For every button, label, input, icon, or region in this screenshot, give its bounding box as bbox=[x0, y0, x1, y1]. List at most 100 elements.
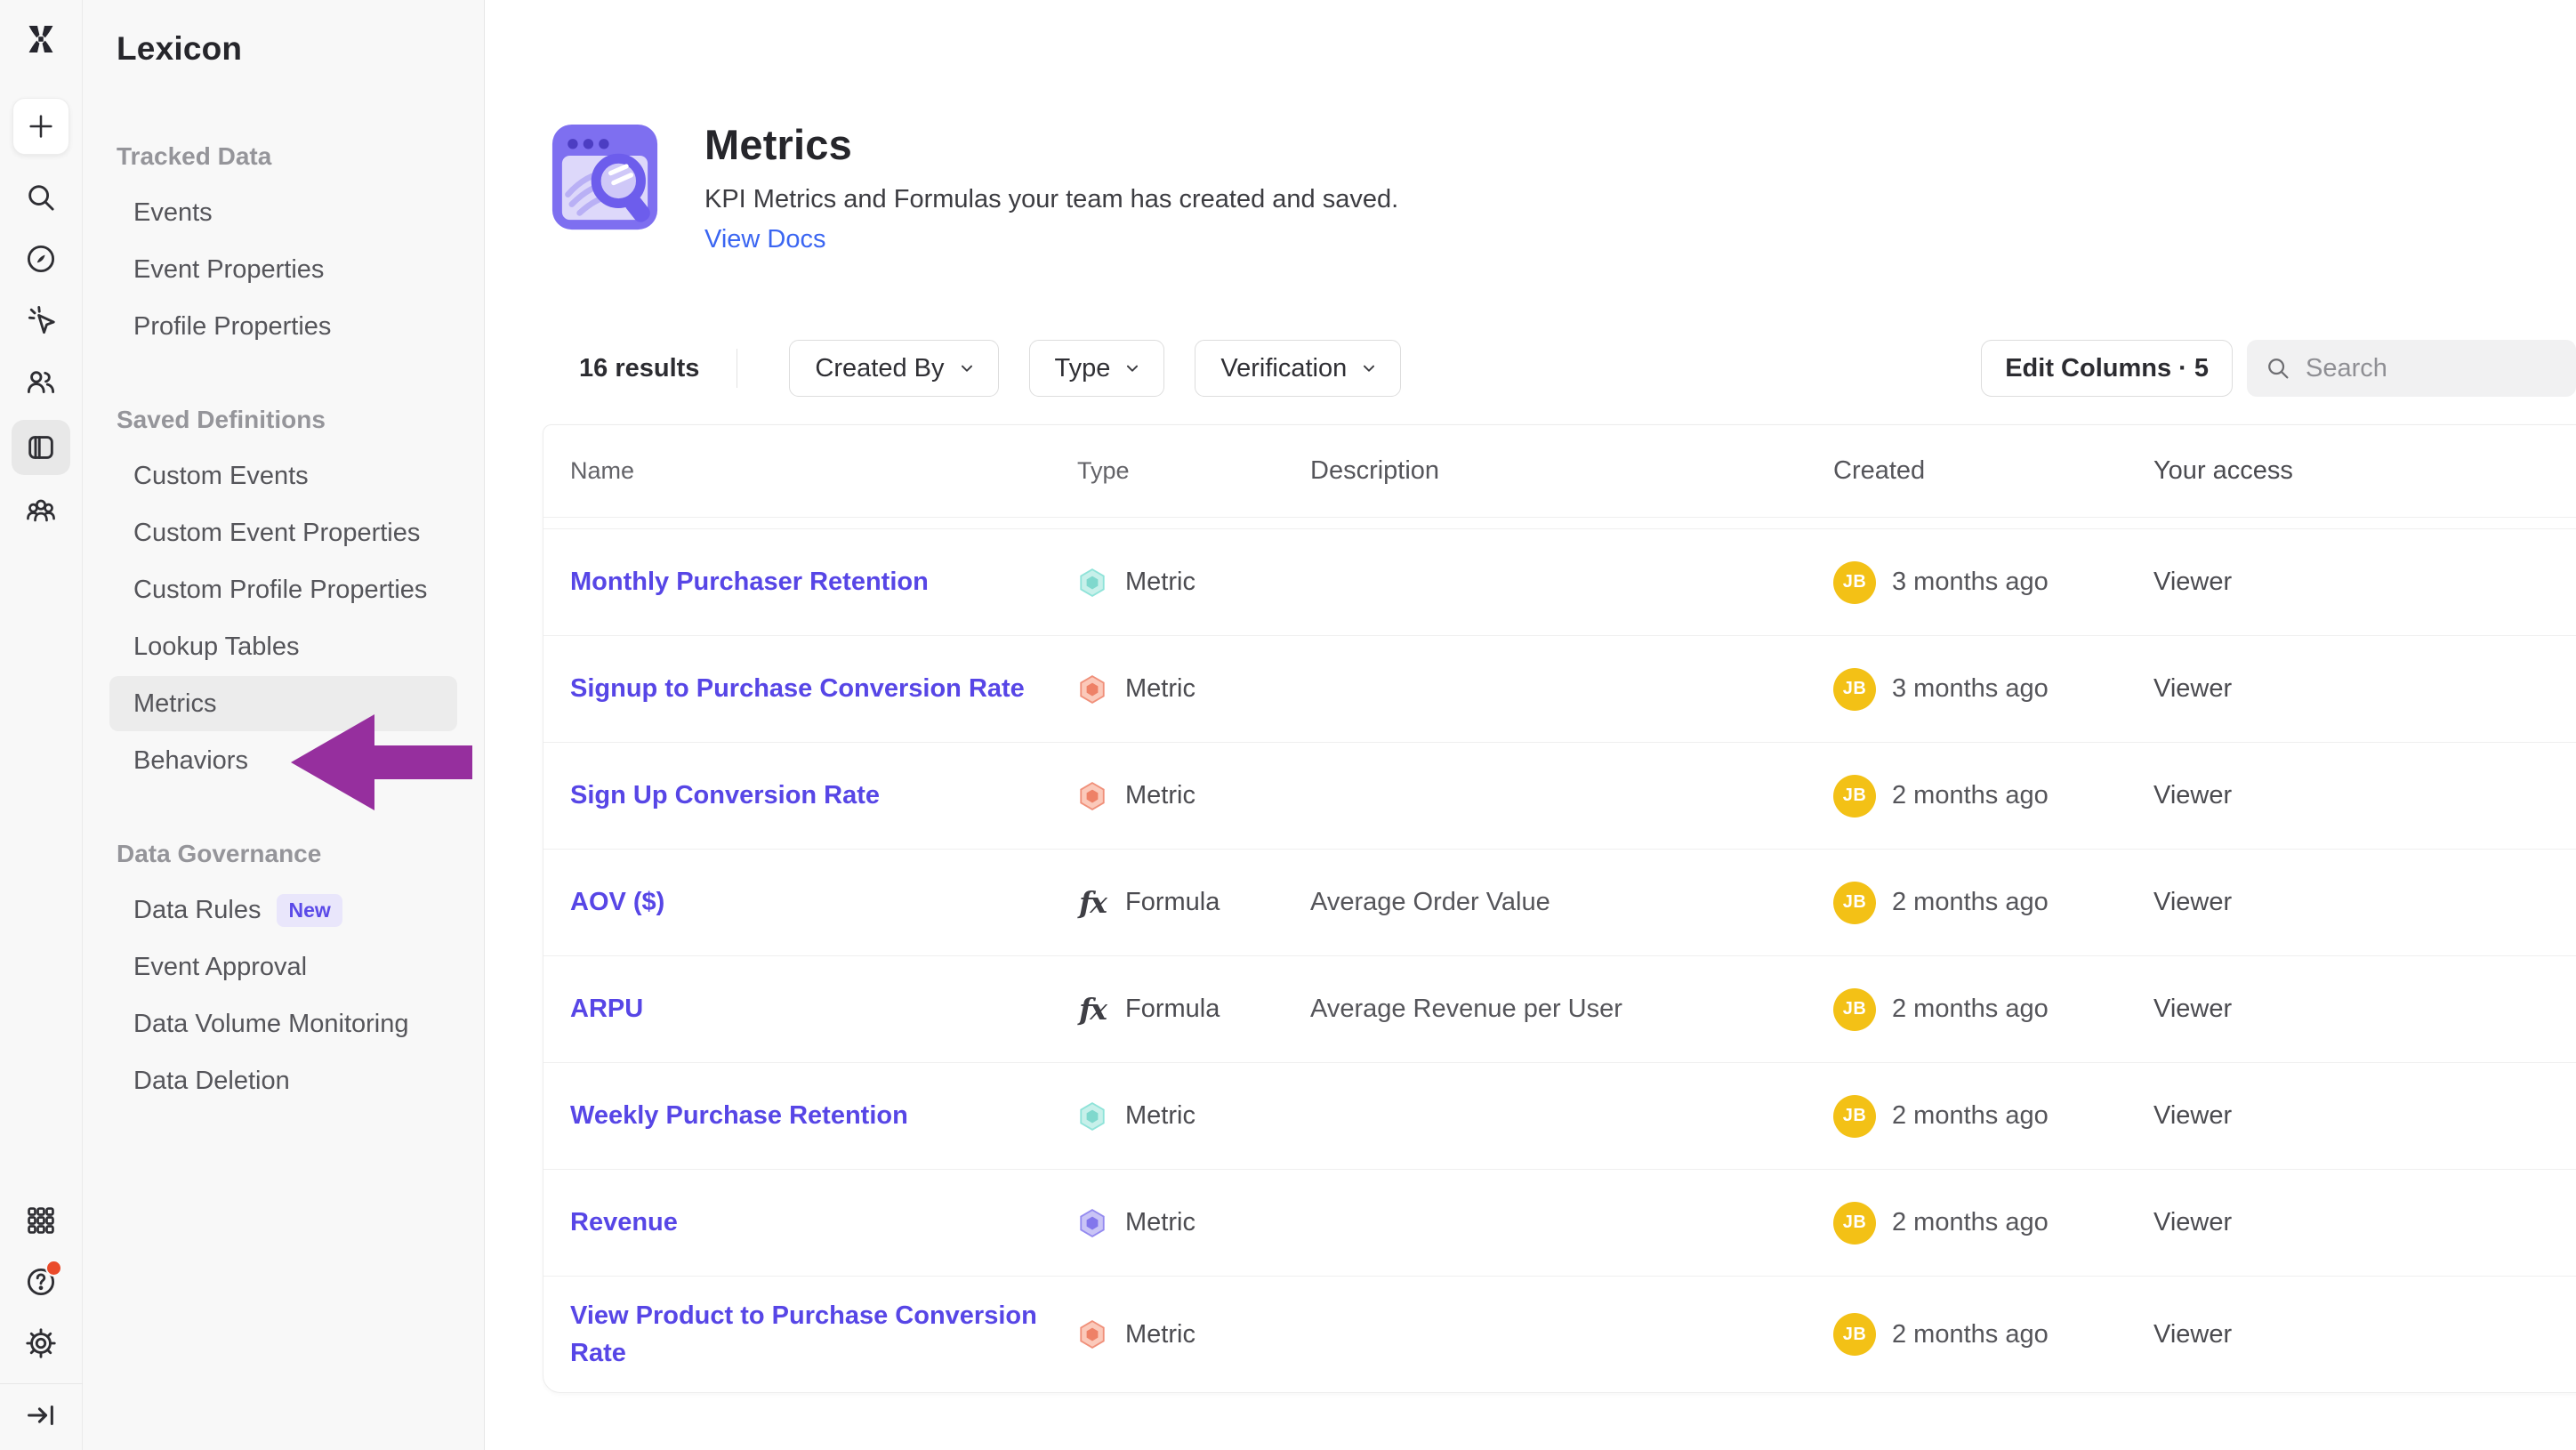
filter-label: Verification bbox=[1220, 354, 1347, 383]
metric-name-link[interactable]: ARPU bbox=[570, 990, 643, 1027]
sign-in-arrow-icon[interactable] bbox=[22, 1397, 60, 1434]
filter-label: Created By bbox=[815, 354, 944, 383]
column-header-created: Created bbox=[1833, 456, 2153, 486]
sidebar-item-custom-profile-properties[interactable]: Custom Profile Properties bbox=[109, 562, 457, 617]
sidebar-item-custom-event-properties[interactable]: Custom Event Properties bbox=[109, 505, 457, 560]
cell-name: Sign Up Conversion Rate bbox=[570, 777, 1077, 814]
gear-icon[interactable] bbox=[22, 1325, 60, 1362]
column-header-description: Description bbox=[1310, 456, 1833, 486]
lexicon-sidebar: Lexicon Tracked DataEventsEvent Properti… bbox=[83, 0, 485, 1450]
metric-name-link[interactable]: Monthly Purchaser Retention bbox=[570, 563, 929, 600]
metric-name-link[interactable]: Sign Up Conversion Rate bbox=[570, 777, 880, 814]
lexicon-book-icon[interactable] bbox=[12, 420, 70, 475]
sidebar-item-profile-properties[interactable]: Profile Properties bbox=[109, 299, 457, 354]
table-row[interactable]: ARPUfxFormulaAverage Revenue per UserJB2… bbox=[543, 956, 2576, 1063]
cell-access: Viewer bbox=[2153, 995, 2576, 1024]
view-docs-link[interactable]: View Docs bbox=[704, 225, 825, 254]
sidebar-item-label: Lookup Tables bbox=[133, 632, 300, 662]
sidebar-item-data-volume-monitoring[interactable]: Data Volume Monitoring bbox=[109, 996, 457, 1051]
page-header: Metrics KPI Metrics and Formulas your te… bbox=[543, 115, 2576, 254]
help-icon[interactable] bbox=[22, 1263, 60, 1301]
chevron-down-icon bbox=[1123, 358, 1142, 378]
sidebar-item-label: Data Deletion bbox=[133, 1067, 290, 1096]
type-label: Metric bbox=[1125, 1320, 1195, 1349]
filter-button-verification[interactable]: Verification bbox=[1195, 340, 1401, 397]
search-input[interactable] bbox=[2306, 354, 2528, 383]
cell-type: Metric bbox=[1077, 781, 1310, 811]
sidebar-item-lookup-tables[interactable]: Lookup Tables bbox=[109, 619, 457, 674]
edit-columns-button[interactable]: Edit Columns · 5 bbox=[1981, 340, 2233, 397]
type-label: Metric bbox=[1125, 781, 1195, 810]
metrics-page-icon bbox=[543, 115, 667, 239]
filter-button-type[interactable]: Type bbox=[1029, 340, 1165, 397]
create-new-button[interactable] bbox=[12, 98, 69, 155]
table-row[interactable]: Sign Up Conversion RateMetricJB2 months … bbox=[543, 743, 2576, 850]
table-row[interactable]: Monthly Purchaser RetentionMetricJB3 mon… bbox=[543, 529, 2576, 636]
cursor-click-icon[interactable] bbox=[22, 302, 60, 339]
new-badge: New bbox=[277, 894, 342, 927]
cell-created: JB2 months ago bbox=[1833, 988, 2153, 1031]
avatar: JB bbox=[1833, 561, 1876, 604]
sidebar-section-header: Tracked Data bbox=[83, 142, 484, 183]
sidebar-item-event-approval[interactable]: Event Approval bbox=[109, 939, 457, 995]
icon-rail bbox=[0, 0, 83, 1450]
formula-fx-icon: fx bbox=[1077, 992, 1107, 1027]
sidebar-item-custom-events[interactable]: Custom Events bbox=[109, 448, 457, 503]
orange-hexagon-metric-icon bbox=[1077, 674, 1107, 705]
avatar: JB bbox=[1833, 1313, 1876, 1356]
avatar: JB bbox=[1833, 668, 1876, 711]
created-time: 2 months ago bbox=[1892, 888, 2049, 917]
sidebar-section-tracked-data: Tracked DataEventsEvent PropertiesProfil… bbox=[83, 142, 484, 354]
cell-name: View Product to Purchase Conversion Rate bbox=[570, 1297, 1077, 1372]
sidebar-item-event-properties[interactable]: Event Properties bbox=[109, 242, 457, 297]
apps-grid-icon[interactable] bbox=[22, 1202, 60, 1239]
sidebar-item-behaviors[interactable]: Behaviors bbox=[109, 733, 457, 788]
table-row[interactable]: Signup to Purchase Conversion Rate Metric… bbox=[543, 636, 2576, 743]
cell-name: ARPU bbox=[570, 990, 1077, 1027]
sidebar-item-metrics[interactable]: Metrics bbox=[109, 676, 457, 731]
compass-icon[interactable] bbox=[22, 240, 60, 278]
metric-name-link[interactable]: Signup to Purchase Conversion Rate bbox=[570, 670, 1025, 707]
cell-access: Viewer bbox=[2153, 1208, 2576, 1237]
sidebar-section-data-governance: Data GovernanceData RulesNewEvent Approv… bbox=[83, 840, 484, 1108]
column-header-type: Type bbox=[1077, 457, 1310, 485]
table-header-row: NameTypeDescriptionCreatedYour access bbox=[543, 425, 2576, 518]
cell-access: Viewer bbox=[2153, 568, 2576, 597]
metric-name-link[interactable]: Weekly Purchase Retention bbox=[570, 1097, 908, 1134]
filter-button-created-by[interactable]: Created By bbox=[789, 340, 998, 397]
metric-name-link[interactable]: View Product to Purchase Conversion Rate bbox=[570, 1297, 1051, 1372]
table-row[interactable]: View Product to Purchase Conversion Rate… bbox=[543, 1277, 2576, 1392]
filter-buttons: Created By Type Verification bbox=[789, 340, 1401, 397]
main-content: Metrics KPI Metrics and Formulas your te… bbox=[486, 0, 2576, 1450]
table-row[interactable]: Weekly Purchase RetentionMetricJB2 month… bbox=[543, 1063, 2576, 1170]
mixpanel-x-logo[interactable] bbox=[20, 18, 62, 60]
metrics-table-card: NameTypeDescriptionCreatedYour access Mo… bbox=[543, 424, 2576, 1393]
cell-description: Average Revenue per User bbox=[1310, 995, 1833, 1024]
sidebar-item-events[interactable]: Events bbox=[109, 185, 457, 240]
scroll-sliver bbox=[543, 518, 2576, 529]
user-group-icon[interactable] bbox=[22, 491, 60, 528]
avatar: JB bbox=[1833, 1095, 1876, 1138]
page-title: Metrics bbox=[704, 120, 1398, 169]
chevron-down-icon bbox=[1359, 358, 1379, 378]
users-icon[interactable] bbox=[22, 363, 60, 400]
sidebar-item-data-rules[interactable]: Data RulesNew bbox=[109, 882, 457, 938]
table-row[interactable]: AOV ($)fxFormulaAverage Order ValueJB2 m… bbox=[543, 850, 2576, 956]
results-count: 16 results bbox=[579, 354, 699, 383]
table-row[interactable]: RevenueMetricJB2 months agoViewer bbox=[543, 1170, 2576, 1277]
metric-name-link[interactable]: AOV ($) bbox=[570, 883, 664, 921]
purple-hexagon-metric-icon bbox=[1077, 1208, 1107, 1238]
search-nav-icon[interactable] bbox=[22, 179, 60, 216]
cell-access: Viewer bbox=[2153, 1101, 2576, 1131]
column-header-your-access: Your access bbox=[2153, 456, 2576, 486]
search-box[interactable] bbox=[2247, 340, 2576, 397]
cell-type: Metric bbox=[1077, 1101, 1310, 1132]
cell-created: JB3 months ago bbox=[1833, 561, 2153, 604]
cell-name: Signup to Purchase Conversion Rate bbox=[570, 670, 1077, 707]
cell-type: Metric bbox=[1077, 674, 1310, 705]
sidebar-item-data-deletion[interactable]: Data Deletion bbox=[109, 1053, 457, 1108]
cell-created: JB2 months ago bbox=[1833, 882, 2153, 924]
sidebar-item-label: Behaviors bbox=[133, 746, 248, 776]
toolbar: 16 results Created By Type Verification Ed… bbox=[543, 340, 2576, 397]
metric-name-link[interactable]: Revenue bbox=[570, 1204, 678, 1241]
